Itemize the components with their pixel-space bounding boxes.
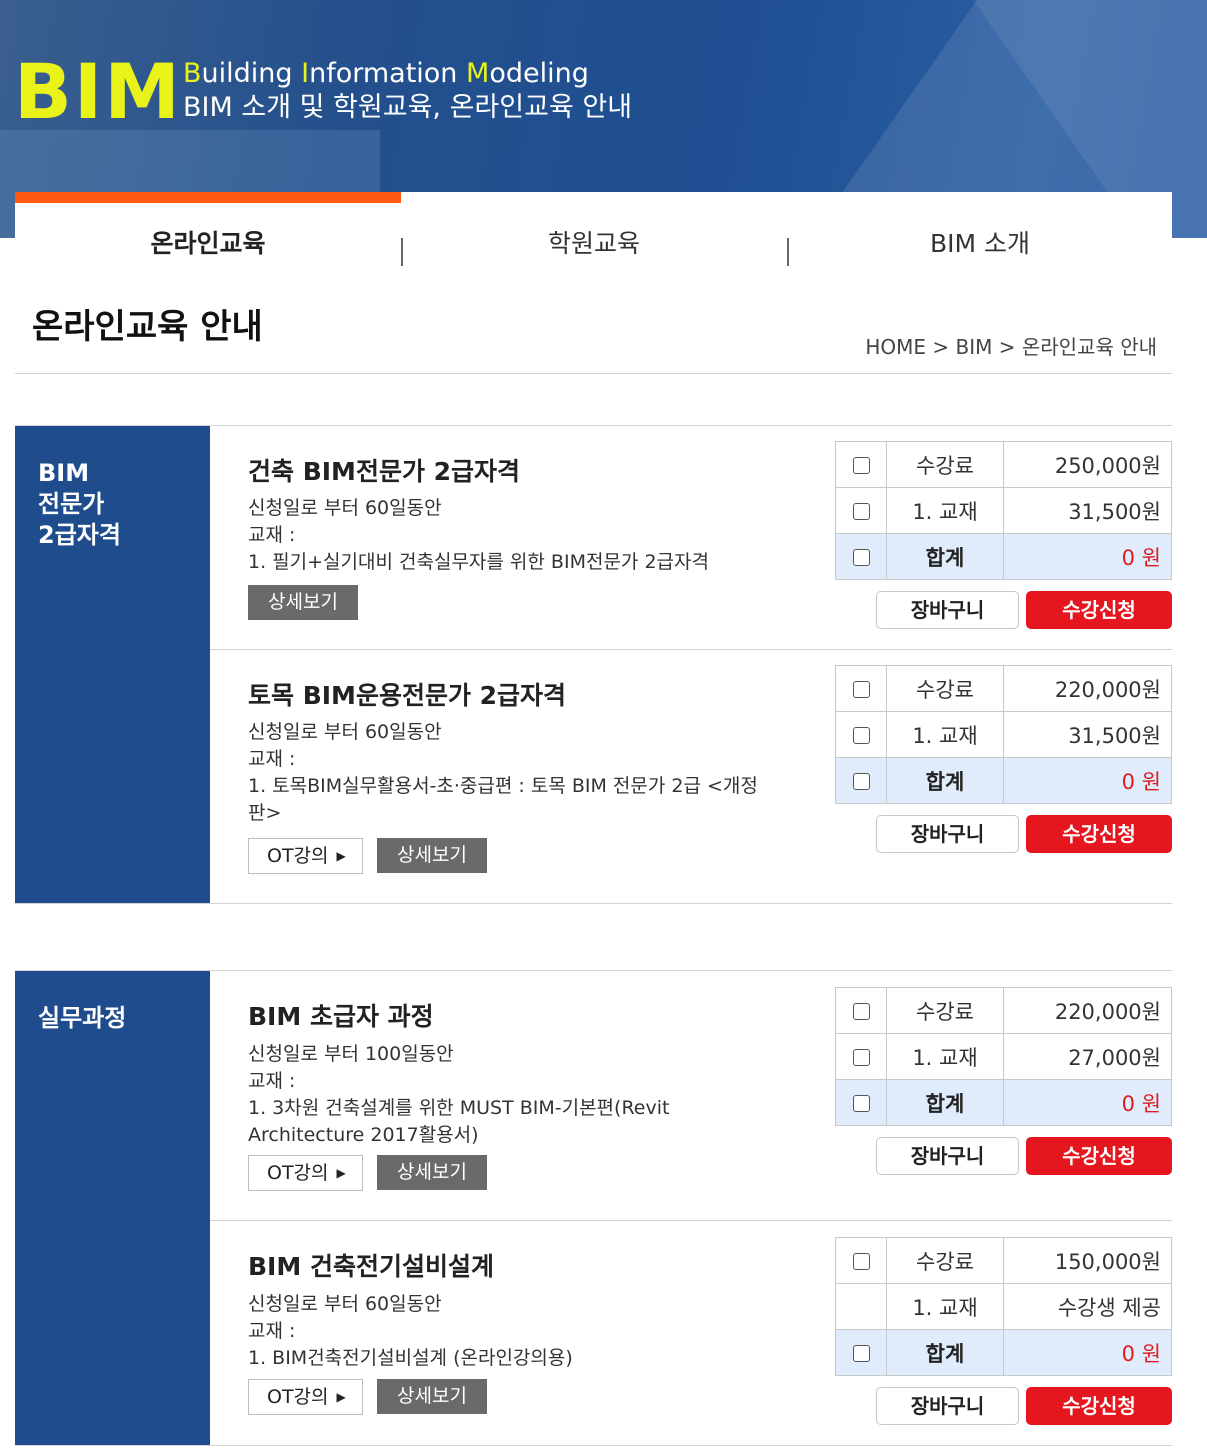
cart-button[interactable]: 장바구니 [876, 1387, 1019, 1425]
price-table: 수강료 220,000원 1. 교재 27,000원 합계 0 원 [835, 987, 1172, 1126]
fee-checkbox[interactable] [852, 457, 870, 474]
course-name: BIM 초급자 과정 [248, 1002, 434, 1031]
play-icon: ▶ [336, 849, 346, 863]
course-info: 신청일로 부터 60일동안 교재 : 1. 필기+실기대비 건축실무자를 위한 … [248, 497, 709, 573]
cart-button[interactable]: 장바구니 [876, 815, 1019, 853]
course-name: 건축 BIM전문가 2급자격 [248, 457, 521, 486]
course-name: BIM 건축전기설비설계 [248, 1252, 494, 1281]
total-checkbox[interactable] [852, 549, 870, 566]
category-label: 실무과정 [15, 971, 210, 1445]
logo-subtitle: Building Information Modeling [183, 58, 589, 89]
cart-button[interactable]: 장바구니 [876, 1137, 1019, 1175]
total-checkbox[interactable] [852, 773, 870, 790]
course-item: 건축 BIM전문가 2급자격 신청일로 부터 60일동안 교재 : 1. 필기+… [210, 426, 1172, 650]
main-nav: 온라인교육 학원교육 BIM 소개 [15, 192, 1172, 284]
tab-academy-education[interactable]: 학원교육 [401, 224, 787, 264]
fee-checkbox[interactable] [852, 681, 870, 698]
textbook-checkbox[interactable] [852, 503, 870, 520]
cart-button[interactable]: 장바구니 [876, 591, 1019, 629]
page-title: 온라인교육 안내 [32, 307, 263, 347]
course-name: 토목 BIM운용전문가 2급자격 [248, 681, 567, 710]
active-tab-indicator [15, 192, 401, 203]
divider [15, 373, 1172, 374]
apply-button[interactable]: 수강신청 [1026, 1387, 1172, 1425]
tab-bim-intro[interactable]: BIM 소개 [787, 224, 1173, 264]
category-label: BIM 전문가 2급자격 [15, 426, 210, 903]
play-icon: ▶ [336, 1390, 346, 1404]
apply-button[interactable]: 수강신청 [1026, 591, 1172, 629]
total-checkbox[interactable] [852, 1345, 870, 1362]
course-item: 토목 BIM운용전문가 2급자격 신청일로 부터 60일동안 교재 : 1. 토… [210, 650, 1172, 904]
textbook-checkbox[interactable] [852, 727, 870, 744]
course-item: BIM 초급자 과정 신청일로 부터 100일동안 교재 : 1. 3차원 건축… [210, 971, 1172, 1221]
course-item: BIM 건축전기설비설계 신청일로 부터 60일동안 교재 : 1. BIM건축… [210, 1221, 1172, 1446]
course-info: 신청일로 부터 100일동안 교재 : 1. 3차원 건축설계를 위한 MUST… [248, 1043, 670, 1146]
detail-button[interactable]: 상세보기 [377, 838, 487, 873]
price-table: 수강료 220,000원 1. 교재 31,500원 합계 0 원 [835, 665, 1172, 804]
play-icon: ▶ [336, 1166, 346, 1180]
ot-lecture-button[interactable]: OT강의 ▶ [248, 1379, 363, 1415]
ot-lecture-button[interactable]: OT강의 ▶ [248, 1155, 363, 1191]
total-checkbox[interactable] [852, 1095, 870, 1112]
price-table: 수강료 250,000원 1. 교재 31,500원 합계 0 원 [835, 441, 1172, 580]
logo-tagline: BIM 소개 및 학원교육, 온라인교육 안내 [183, 92, 633, 123]
course-info: 신청일로 부터 60일동안 교재 : 1. 토목BIM실무활용서-초·중급편 :… [248, 721, 758, 824]
textbook-checkbox[interactable] [852, 1049, 870, 1066]
ot-lecture-button[interactable]: OT강의 ▶ [248, 838, 363, 874]
detail-button[interactable]: 상세보기 [377, 1379, 487, 1414]
tab-online-education[interactable]: 온라인교육 [15, 224, 401, 264]
course-section-bim-expert: BIM 전문가 2급자격 건축 BIM전문가 2급자격 신청일로 부터 60일동… [15, 425, 1172, 904]
course-section-practical: 실무과정 BIM 초급자 과정 신청일로 부터 100일동안 교재 : 1. 3… [15, 970, 1172, 1446]
breadcrumb: HOME > BIM > 온라인교육 안내 [865, 335, 1157, 359]
course-info: 신청일로 부터 60일동안 교재 : 1. BIM건축전기설비설계 (온라인강의… [248, 1293, 573, 1369]
detail-button[interactable]: 상세보기 [377, 1155, 487, 1190]
price-table: 수강료 150,000원 1. 교재 수강생 제공 합계 0 원 [835, 1237, 1172, 1376]
fee-checkbox[interactable] [852, 1253, 870, 1270]
bim-logo[interactable]: BIM [14, 52, 182, 132]
detail-button[interactable]: 상세보기 [248, 585, 358, 620]
apply-button[interactable]: 수강신청 [1026, 815, 1172, 853]
apply-button[interactable]: 수강신청 [1026, 1137, 1172, 1175]
fee-checkbox[interactable] [852, 1003, 870, 1020]
